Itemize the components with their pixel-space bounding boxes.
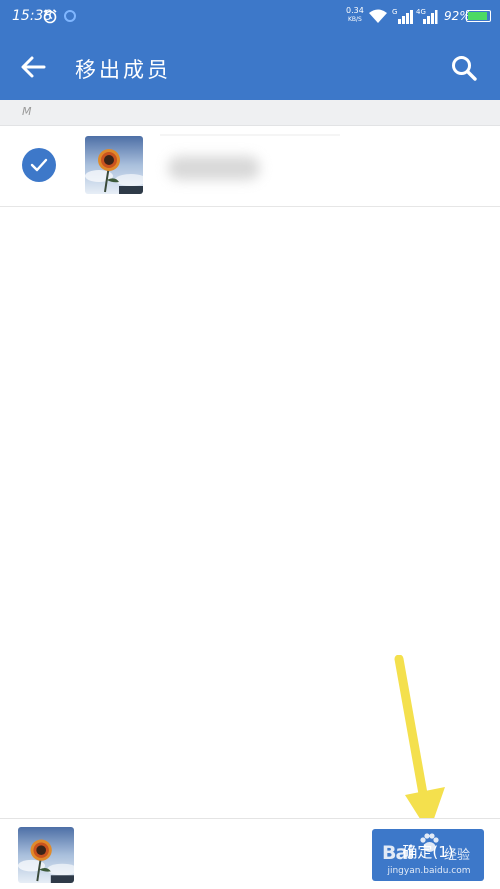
paw-icon [420,833,439,852]
selected-avatar[interactable] [18,827,74,883]
divider [160,134,340,136]
watermark-url: jingyan.baidu.com [387,866,471,876]
watermark-suffix: 经验 [444,848,471,863]
avatar [85,136,143,194]
watermark-brand: Bai [382,842,414,864]
net-speed-unit: KB/S [347,16,362,23]
app-bar: 移出成员 [0,34,500,100]
signal-tag: 4G [416,8,426,16]
checkmark-icon [30,158,48,172]
search-button[interactable] [446,50,482,86]
search-icon [452,56,477,81]
section-header: M [0,100,500,126]
alarm-icon [43,9,57,24]
section-letter: M [22,105,32,118]
status-bar: 15:38 0.34 KB/S G 4G 92% [0,0,500,34]
signal-tag: G [392,8,398,16]
list-item[interactable] [0,126,500,207]
wifi-icon [369,9,387,23]
signal-icon: G [392,8,414,25]
remove-member-screen: 15:38 0.34 KB/S G 4G 92% 移出成员 M 确定(1) Ba… [0,0,500,889]
battery-icon [466,10,491,22]
blurred-text [168,156,260,180]
sunflower-photo-icon [85,136,143,194]
battery-level [468,12,488,20]
back-button[interactable] [16,50,50,84]
arrow-left-icon [21,56,46,78]
baidu-watermark: Bai 经验 jingyan.baidu.com [374,828,484,880]
sync-circle-icon [64,10,76,22]
signal-4g-icon: 4G [416,8,438,25]
net-speed-value: 0.34 [346,6,364,15]
page-title: 移出成员 [75,58,171,82]
selected-checkbox[interactable] [22,148,56,182]
member-name-blurred [160,148,270,188]
net-speed: 0.34 KB/S [346,6,364,24]
sunflower-photo-icon [18,827,74,883]
arrow-annotation-icon [394,655,445,833]
